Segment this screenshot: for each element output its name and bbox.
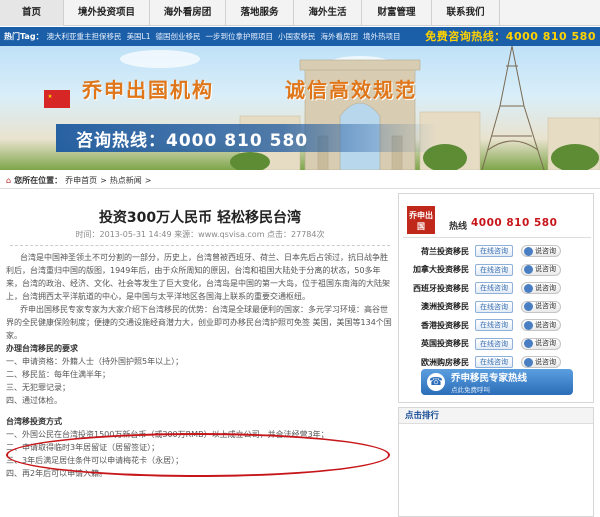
program-name[interactable]: 英国投资移民 [403, 338, 469, 349]
article-paragraph: 乔申出国移民专家专家为大家介绍下台湾移民的优势：台湾是全球最便利的国家：多元学习… [6, 305, 392, 340]
section-title-requirements: 办理台湾移民的要求 [6, 344, 78, 353]
ask-label: 说咨询 [535, 265, 556, 274]
nav-home[interactable]: 首页 [0, 0, 64, 26]
ask-label: 说咨询 [535, 302, 556, 311]
banner-slogan-right: 诚信高效规范 [285, 78, 417, 102]
consult-row: 香港投资移民 在线咨询 说咨询 [403, 316, 591, 335]
program-name[interactable]: 欧洲购房移民 [403, 357, 469, 368]
breadcrumb-current-link[interactable]: 热点新闻 [110, 175, 142, 186]
hot-tag-bar: 热门Tag： 澳大利亚重主担保移民 美国L1 德国创业移民 一步到位拿护照项目 … [0, 27, 600, 46]
online-consult-button[interactable]: 在线咨询 [475, 300, 513, 313]
hot-tag[interactable]: 一步到位拿护照项目 [206, 31, 274, 42]
consult-row: 澳洲投资移民 在线咨询 说咨询 [403, 298, 591, 317]
online-consult-button[interactable]: 在线咨询 [475, 263, 513, 276]
breadcrumb-separator: > [144, 175, 152, 185]
online-consult-button[interactable]: 在线咨询 [475, 245, 513, 258]
nav-overseas-projects[interactable]: 境外投资项目 [64, 0, 150, 26]
nav-wealth-management[interactable]: 财富管理 [362, 0, 432, 26]
nav-landing-service[interactable]: 落地服务 [226, 0, 294, 26]
avatar-icon [524, 357, 533, 367]
nav-overseas-life[interactable]: 海外生活 [294, 0, 362, 26]
ask-label: 说咨询 [535, 246, 556, 255]
hot-tag[interactable]: 澳大利亚重主担保移民 [47, 31, 122, 42]
consult-row: 荷兰投资移民 在线咨询 说咨询 [403, 242, 591, 261]
section-title-investment: 台湾移投资方式 [6, 417, 62, 426]
hot-tag[interactable]: 德国创业移民 [156, 31, 201, 42]
breadcrumb-home-link[interactable]: 乔申首页 [65, 175, 97, 186]
hot-tag[interactable]: 美国L1 [127, 31, 151, 42]
avatar-icon [524, 302, 533, 312]
banner-slogan-left: 乔申出国机构 [82, 78, 214, 102]
program-name[interactable]: 澳洲投资移民 [403, 301, 469, 312]
consult-row: 英国投资移民 在线咨询 说咨询 [403, 335, 591, 354]
article-meta: 时间：2013-05-31 14:49 来源：www.qsvisa.com 点击… [75, 230, 325, 239]
hot-tag[interactable]: 海外看房团 [321, 31, 359, 42]
click-ranking-title: 点击排行 [399, 408, 593, 424]
hotline-number: 4000 810 580 [471, 217, 558, 229]
program-name[interactable]: 加拿大投资移民 [403, 264, 469, 275]
ask-button[interactable]: 说咨询 [521, 263, 561, 276]
phone-icon: ☎ [427, 373, 445, 391]
ask-button[interactable]: 说咨询 [521, 356, 561, 369]
avatar-icon [524, 320, 533, 330]
program-name[interactable]: 西班牙投资移民 [403, 283, 469, 294]
home-icon: ⌂ [6, 175, 12, 185]
article-title: 投资300万人民币 轻松移民台湾 [98, 210, 302, 226]
nav-house-tour[interactable]: 海外看房团 [150, 0, 226, 26]
ask-label: 说咨询 [535, 283, 556, 292]
ask-button[interactable]: 说咨询 [521, 319, 561, 332]
expert-hotline-button[interactable]: ☎ 乔申移民专家热线 点此免费呼叫 [421, 369, 573, 395]
list-item: 四、通过体检。 [6, 396, 62, 405]
program-name[interactable]: 荷兰投资移民 [403, 246, 469, 257]
ask-label: 说咨询 [535, 320, 556, 329]
consult-sidebar: 乔申出国 热线 4000 810 580 荷兰投资移民 在线咨询 说咨询 加拿大… [398, 193, 594, 403]
expert-hotline-label: 乔申移民专家热线 [451, 373, 528, 384]
hotline-label: 热线 [449, 222, 468, 232]
avatar-icon [524, 339, 533, 349]
program-name[interactable]: 香港投资移民 [403, 320, 469, 331]
consult-row: 加拿大投资移民 在线咨询 说咨询 [403, 261, 591, 280]
breadcrumb-prefix: 您所在位置： [14, 175, 63, 185]
breadcrumb-separator: > [100, 175, 107, 185]
ask-label: 说咨询 [535, 339, 556, 348]
list-item: 三、无犯罪记录； [6, 383, 70, 392]
online-consult-button[interactable]: 在线咨询 [475, 337, 513, 350]
article-column: 投资300万人民币 轻松移民台湾 时间：2013-05-31 14:49 来源：… [6, 193, 394, 517]
divider [10, 245, 390, 246]
expert-hotline-text: 乔申移民专家热线 点此免费呼叫 [451, 370, 527, 394]
hot-tag-label: 热门Tag： [4, 32, 44, 41]
hot-tag[interactable]: 小国家移民 [278, 31, 316, 42]
online-consult-button[interactable]: 在线咨询 [475, 319, 513, 332]
top-nav: 首页 境外投资项目 海外看房团 落地服务 海外生活 财富管理 联系我们 [0, 0, 600, 26]
ask-button[interactable]: 说咨询 [521, 245, 561, 258]
expert-hotline-sublabel: 点此免费呼叫 [451, 386, 490, 394]
hot-tag[interactable]: 境外热项目 [363, 31, 401, 42]
avatar-icon [524, 283, 533, 293]
article-paragraph: 台湾是中国神圣领土不可分割的一部分，历史上，台湾曾被西班牙、荷兰、日本先后占领过… [6, 253, 390, 301]
ask-label: 说咨询 [535, 357, 556, 366]
free-hotline: 免费咨询热线：4000 810 580 [425, 30, 596, 43]
ask-button[interactable]: 说咨询 [521, 337, 561, 350]
avatar-icon [524, 246, 533, 256]
list-item: 二、移民监：每年住满半年； [6, 370, 110, 379]
click-ranking-box: 点击排行 [398, 407, 594, 517]
online-consult-button[interactable]: 在线咨询 [475, 282, 513, 295]
consult-list: 荷兰投资移民 在线咨询 说咨询 加拿大投资移民 在线咨询 说咨询 西班牙投资移民… [403, 242, 591, 372]
banner-phone: 咨询热线：4000 810 580 [76, 131, 309, 151]
list-item: 一、申请资格：外籍人士（持外国护照5年以上）； [6, 357, 184, 366]
ask-button[interactable]: 说咨询 [521, 300, 561, 313]
company-logo: 乔申出国 [407, 206, 435, 234]
nav-contact-us[interactable]: 联系我们 [432, 0, 500, 26]
red-highlight-ellipse [6, 433, 390, 477]
hero-banner: 乔申出国机构 诚信高效规范 咨询热线：4000 810 580 [0, 46, 600, 170]
ask-button[interactable]: 说咨询 [521, 282, 561, 295]
consult-row: 西班牙投资移民 在线咨询 说咨询 [403, 279, 591, 298]
online-consult-button[interactable]: 在线咨询 [475, 356, 513, 369]
sidebar-header: 乔申出国 热线 4000 810 580 [403, 200, 591, 238]
breadcrumb: ⌂ 您所在位置： 乔申首页 > 热点新闻 > [0, 172, 600, 189]
avatar-icon [524, 265, 533, 275]
